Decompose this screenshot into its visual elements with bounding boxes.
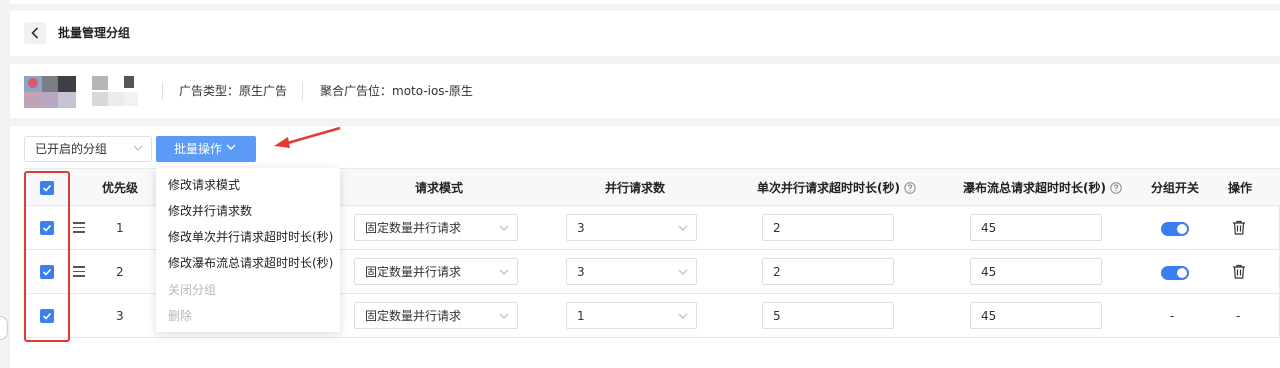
help-circle-icon[interactable] <box>1110 181 1122 194</box>
group-filter-select[interactable]: 已开启的分组 <box>24 136 152 162</box>
request-mode-value: 固定数量并行请求 <box>365 265 462 279</box>
parallel-count-select[interactable]: 3 <box>566 214 697 241</box>
priority-value: 1 <box>116 221 124 235</box>
parallel-count-value: 3 <box>577 265 585 279</box>
chevron-down-icon <box>678 225 688 231</box>
batch-operation-button[interactable]: 批量操作 <box>156 136 256 162</box>
trash-icon[interactable] <box>1232 264 1246 279</box>
checkbox-highlight-box <box>24 171 70 342</box>
header-waterfall-timeout: 瀑布流总请求超时时长(秒) <box>963 181 1122 195</box>
back-button[interactable] <box>24 22 46 44</box>
ad-type-label: 广告类型：原生广告 <box>179 84 288 98</box>
drag-handle-icon[interactable] <box>73 222 85 233</box>
chevron-down-icon <box>499 313 509 319</box>
total-timeout-input[interactable]: 45 <box>970 214 1102 241</box>
single-timeout-value: 2 <box>773 221 781 235</box>
menu-item-close-group: 关闭分组 <box>168 283 217 297</box>
batch-operation-label: 批量操作 <box>174 142 223 156</box>
group-filter-value: 已开启的分组 <box>35 142 108 156</box>
header-single-timeout-label: 单次并行请求超时时长(秒) <box>757 181 900 195</box>
header-waterfall-timeout-label: 瀑布流总请求超时时长(秒) <box>963 181 1106 195</box>
group-switch-toggle[interactable] <box>1161 266 1189 280</box>
app-name-blurred <box>92 76 140 108</box>
trash-icon[interactable] <box>1232 220 1246 235</box>
request-mode-value: 固定数量并行请求 <box>365 221 462 235</box>
annotation-arrow-icon <box>274 126 341 148</box>
app-icon <box>24 76 76 108</box>
total-timeout-value: 45 <box>981 221 997 235</box>
chevron-down-icon <box>678 269 688 275</box>
single-timeout-value: 2 <box>773 265 781 279</box>
header-actions: 操作 <box>1228 181 1253 195</box>
header-parallel-count: 并行请求数 <box>605 181 666 195</box>
batch-operation-menu: 修改请求模式 修改并行请求数 修改单次并行请求超时时长(秒) 修改瀑布流总请求超… <box>156 168 340 332</box>
menu-item-edit-waterfall-timeout[interactable]: 修改瀑布流总请求超时时长(秒) <box>168 256 333 270</box>
parallel-count-value: 3 <box>577 221 585 235</box>
chevron-down-icon <box>226 144 236 150</box>
header-request-mode: 请求模式 <box>415 181 464 195</box>
single-timeout-input[interactable]: 5 <box>762 302 894 329</box>
parallel-count-select[interactable]: 3 <box>566 258 697 285</box>
divider <box>302 82 303 100</box>
actions-empty: - <box>1236 309 1241 323</box>
chevron-down-icon <box>678 313 688 319</box>
total-timeout-input[interactable]: 45 <box>970 302 1102 329</box>
chevron-down-icon <box>499 269 509 275</box>
app-info-bar: 广告类型：原生广告 聚合广告位：moto-ios-原生 <box>10 64 1280 118</box>
top-strip <box>10 0 1280 4</box>
divider <box>162 82 163 100</box>
priority-value: 3 <box>116 309 124 323</box>
menu-item-delete: 删除 <box>168 309 193 323</box>
group-switch-empty: - <box>1170 309 1175 323</box>
side-handle <box>0 316 8 340</box>
header-bar: 批量管理分组 <box>10 11 1280 56</box>
menu-item-edit-mode[interactable]: 修改请求模式 <box>168 178 240 192</box>
request-mode-select[interactable]: 固定数量并行请求 <box>354 214 518 241</box>
total-timeout-input[interactable]: 45 <box>970 258 1102 285</box>
total-timeout-value: 45 <box>981 309 997 323</box>
header-group-switch: 分组开关 <box>1151 181 1200 195</box>
request-mode-select[interactable]: 固定数量并行请求 <box>354 258 518 285</box>
single-timeout-value: 5 <box>773 309 781 323</box>
menu-item-edit-single-timeout[interactable]: 修改单次并行请求超时时长(秒) <box>168 230 333 244</box>
request-mode-select[interactable]: 固定数量并行请求 <box>354 302 518 329</box>
single-timeout-input[interactable]: 2 <box>762 258 894 285</box>
request-mode-value: 固定数量并行请求 <box>365 309 462 323</box>
toggle-knob <box>1177 268 1187 278</box>
chevron-down-icon <box>133 145 143 151</box>
back-arrow-icon <box>31 27 39 39</box>
chevron-down-icon <box>499 225 509 231</box>
parallel-count-value: 1 <box>577 309 585 323</box>
page-title: 批量管理分组 <box>58 26 131 40</box>
menu-item-edit-parallel[interactable]: 修改并行请求数 <box>168 204 252 218</box>
single-timeout-input[interactable]: 2 <box>762 214 894 241</box>
drag-handle-icon[interactable] <box>73 266 85 277</box>
placement-label: 聚合广告位：moto-ios-原生 <box>320 84 473 98</box>
group-switch-toggle[interactable] <box>1161 222 1189 236</box>
parallel-count-select[interactable]: 1 <box>566 302 697 329</box>
toggle-knob <box>1177 224 1187 234</box>
priority-value: 2 <box>116 265 124 279</box>
total-timeout-value: 45 <box>981 265 997 279</box>
header-single-timeout: 单次并行请求超时时长(秒) <box>757 181 916 195</box>
help-circle-icon[interactable] <box>904 181 916 194</box>
header-priority: 优先级 <box>102 181 139 195</box>
